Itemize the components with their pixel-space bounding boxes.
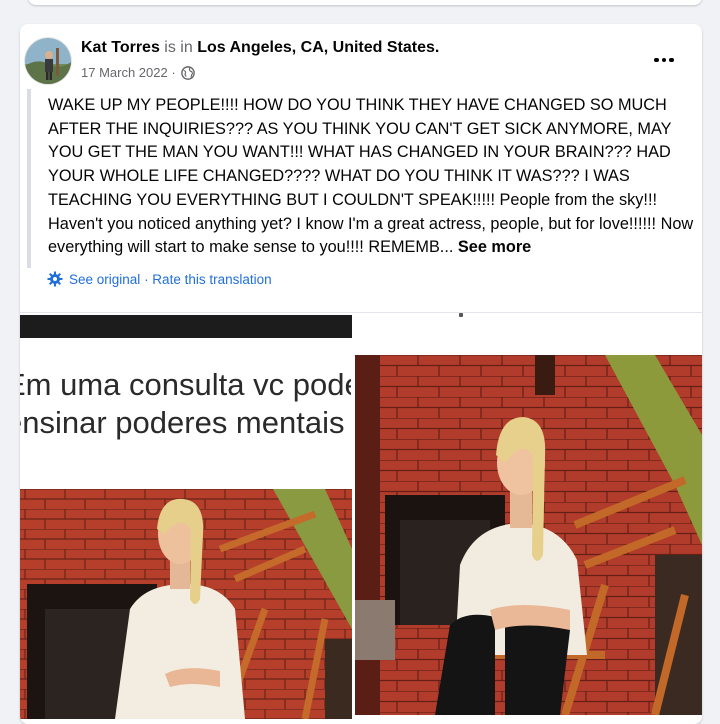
post-meta: 17 March 2022 · xyxy=(81,65,195,80)
image-edge-mark xyxy=(459,313,463,317)
gear-icon xyxy=(47,271,63,287)
facebook-post: Kat Torres is in Los Angeles, CA, United… xyxy=(20,24,702,724)
cropped-image-strip xyxy=(20,315,352,338)
caption-line-2: ensinar poderes mentais xyxy=(20,405,345,440)
see-more-link[interactable]: See more xyxy=(458,238,531,256)
location-link[interactable]: Los Angeles, CA, United States. xyxy=(197,39,439,56)
post-date[interactable]: 17 March 2022 · xyxy=(81,65,176,80)
more-options-button[interactable] xyxy=(646,46,682,74)
image-caption: Em uma consulta vc pode ensinar poderes … xyxy=(20,366,351,454)
rate-translation-link[interactable]: · Rate this translation xyxy=(144,272,272,287)
avatar[interactable] xyxy=(25,38,71,84)
see-original-link[interactable]: See original xyxy=(69,272,140,287)
post-media: Em uma consulta vc pode ensinar poderes … xyxy=(20,313,702,724)
post-body: WAKE UP MY PEOPLE!!!! HOW DO YOU THINK T… xyxy=(48,94,694,260)
post-photo-left[interactable] xyxy=(20,489,352,719)
post-photo-right[interactable] xyxy=(355,355,702,715)
more-horizontal-icon xyxy=(654,57,659,63)
caption-line-1: Em uma consulta vc pode xyxy=(20,367,351,402)
previous-post-card xyxy=(28,0,702,5)
globe-icon xyxy=(180,65,195,80)
translation-controls: See original · Rate this translation xyxy=(47,271,272,287)
translation-quote-bar xyxy=(27,89,31,268)
is-in-label: is in xyxy=(164,39,193,56)
author-name[interactable]: Kat Torres xyxy=(81,39,160,56)
post-body-text: WAKE UP MY PEOPLE!!!! HOW DO YOU THINK T… xyxy=(48,96,694,257)
post-header: Kat Torres is in Los Angeles, CA, United… xyxy=(81,39,439,57)
